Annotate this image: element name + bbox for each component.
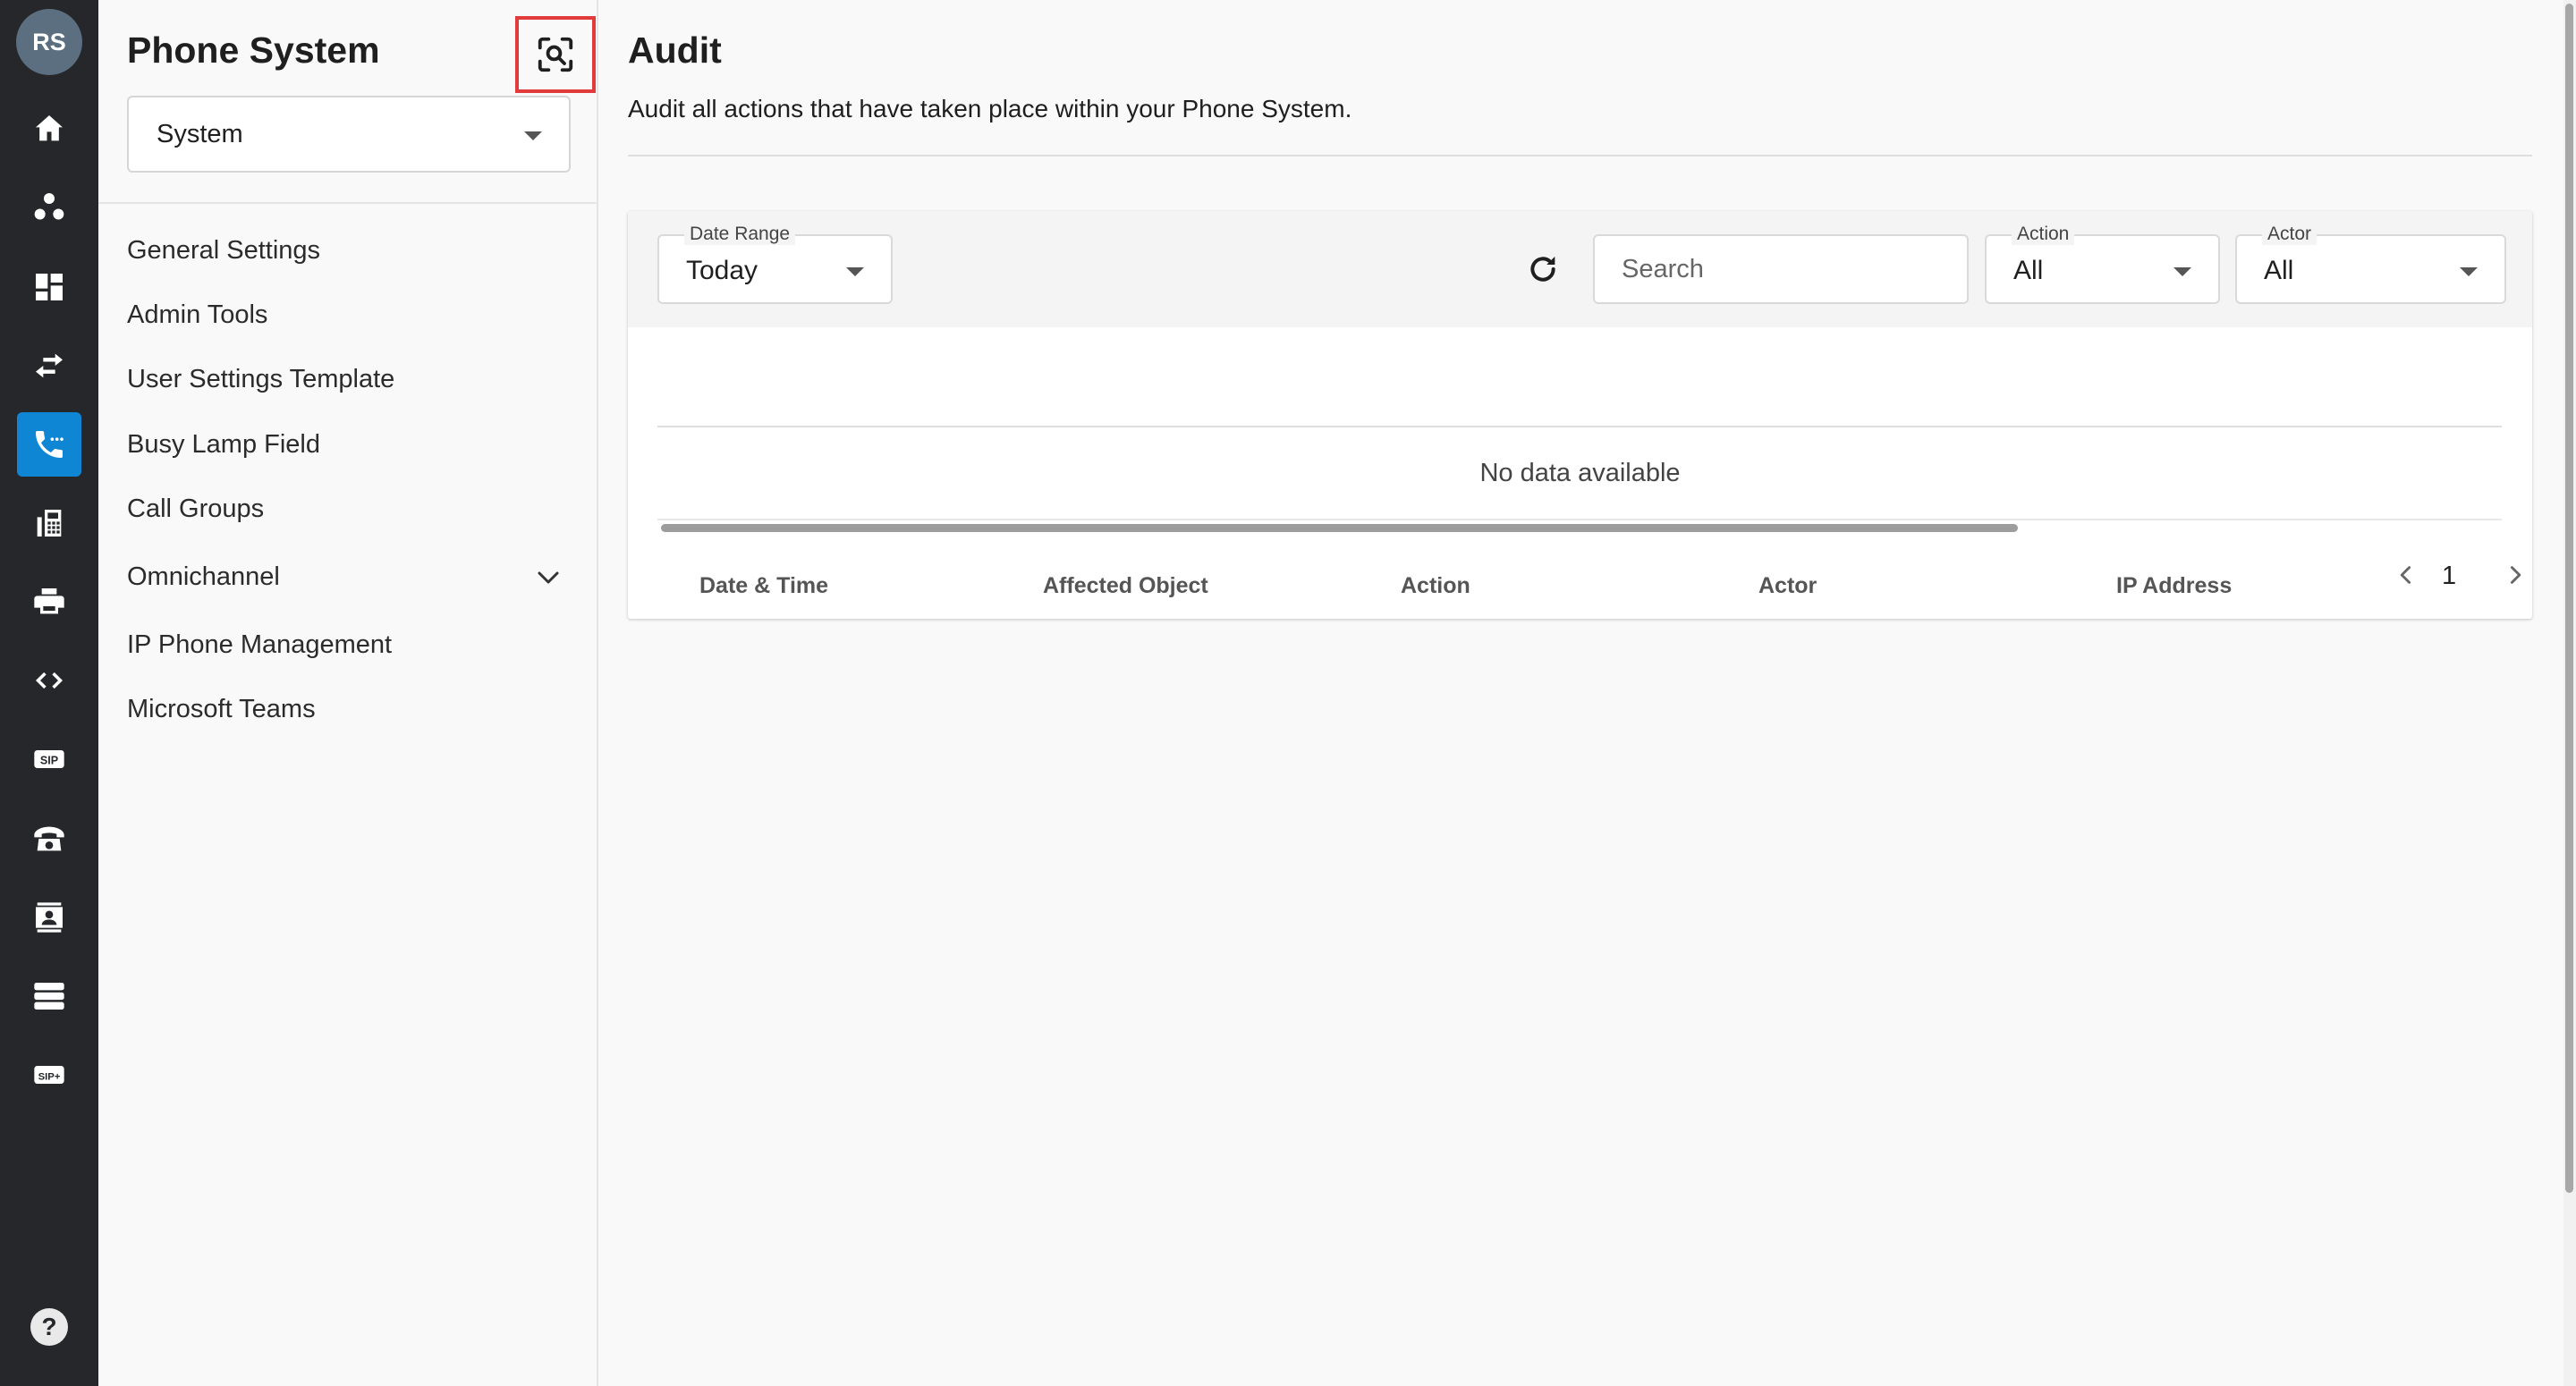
- column-header-affected-object[interactable]: Affected Object: [1043, 573, 1208, 599]
- desk-phone-icon[interactable]: [17, 807, 81, 871]
- users-group-icon[interactable]: [17, 175, 81, 240]
- caret-down-icon: [524, 131, 542, 140]
- actor-filter-label: Actor: [2262, 224, 2318, 245]
- sidebar-item-omnichannel[interactable]: Omnichannel: [127, 562, 280, 592]
- column-header-ip-address[interactable]: IP Address: [2116, 573, 2232, 599]
- sidebar-item-microsoft-teams[interactable]: Microsoft Teams: [127, 695, 316, 724]
- column-header-date-time[interactable]: Date & Time: [699, 573, 828, 599]
- sidebar-item-admin-tools[interactable]: Admin Tools: [127, 300, 267, 330]
- caret-down-icon: [2460, 267, 2478, 276]
- phone-system-icon[interactable]: [17, 412, 81, 477]
- user-avatar[interactable]: RS: [16, 9, 82, 75]
- system-selector-value: System: [157, 119, 243, 148]
- header-divider: [628, 155, 2532, 156]
- transfer-arrows-icon[interactable]: [17, 334, 81, 398]
- chevron-down-icon[interactable]: [535, 569, 562, 587]
- fax-machine-icon[interactable]: [17, 491, 81, 555]
- system-selector[interactable]: System: [127, 96, 571, 173]
- help-icon[interactable]: ?: [30, 1308, 68, 1346]
- app-window: RS SIP SIP+ ? Phone System System Genera…: [0, 0, 2576, 1386]
- svg-text:SIP+: SIP+: [38, 1071, 61, 1082]
- caret-down-icon: [846, 267, 864, 276]
- page-subtitle: Audit all actions that have taken place …: [628, 95, 1352, 123]
- contact-card-icon[interactable]: [17, 885, 81, 950]
- next-page-button[interactable]: [2502, 562, 2529, 588]
- table-row-divider: [657, 519, 2502, 520]
- previous-page-button[interactable]: [2393, 562, 2419, 588]
- page-title: Audit: [628, 30, 722, 71]
- table-horizontal-scrollbar[interactable]: [661, 524, 2018, 532]
- sidebar-item-ip-phone-management[interactable]: IP Phone Management: [127, 630, 392, 660]
- column-header-actor[interactable]: Actor: [1758, 573, 1817, 599]
- server-list-icon[interactable]: [17, 964, 81, 1028]
- sidebar-divider: [98, 202, 598, 204]
- action-filter-select[interactable]: Action All: [1985, 224, 2220, 304]
- refresh-icon: [1530, 256, 1555, 282]
- svg-text:SIP: SIP: [40, 755, 58, 767]
- action-filter-label: Action: [2012, 224, 2075, 245]
- table-header-divider: [657, 426, 2502, 427]
- chevron-left-icon: [2400, 566, 2411, 584]
- sip-plus-icon[interactable]: SIP+: [17, 1043, 81, 1107]
- refresh-button[interactable]: [1522, 249, 1563, 290]
- home-icon[interactable]: [17, 97, 81, 161]
- sidebar-title: Phone System: [127, 30, 380, 71]
- current-page-number[interactable]: 1: [2442, 562, 2456, 591]
- scan-search-icon: [538, 37, 573, 72]
- date-range-select[interactable]: Date Range Today: [657, 224, 893, 304]
- dashboard-icon[interactable]: [17, 255, 81, 319]
- sidebar-item-busy-lamp-field[interactable]: Busy Lamp Field: [127, 430, 320, 460]
- action-filter-value: All: [2013, 256, 2044, 285]
- date-range-label: Date Range: [684, 224, 796, 245]
- search-input[interactable]: [1593, 234, 1969, 304]
- audit-page: Audit Audit all actions that have taken …: [598, 0, 2566, 1386]
- sidebar-item-general-settings[interactable]: General Settings: [127, 236, 320, 266]
- sip-icon[interactable]: SIP: [17, 727, 81, 791]
- focus-search-button[interactable]: [515, 16, 596, 93]
- column-header-action[interactable]: Action: [1401, 573, 1470, 599]
- phone-system-sidebar: Phone System System General Settings Adm…: [98, 0, 598, 1386]
- printer-icon[interactable]: [17, 570, 81, 634]
- actor-filter-value: All: [2264, 256, 2294, 285]
- audit-table-card: Date Range Today Action All: [628, 211, 2532, 619]
- sidebar-item-user-settings-template[interactable]: User Settings Template: [127, 365, 394, 394]
- caret-down-icon: [2174, 267, 2191, 276]
- table-empty-message: No data available: [1479, 459, 1681, 487]
- icon-rail: RS SIP SIP+ ?: [0, 0, 98, 1386]
- sidebar-item-call-groups[interactable]: Call Groups: [127, 494, 264, 524]
- chevron-right-icon: [2510, 566, 2521, 584]
- date-range-value: Today: [686, 256, 758, 285]
- actor-filter-select[interactable]: Actor All: [2235, 224, 2506, 304]
- filter-toolbar: Date Range Today Action All: [628, 211, 2532, 327]
- code-icon[interactable]: [17, 648, 81, 713]
- window-scrollbar-thumb[interactable]: [2565, 4, 2573, 1193]
